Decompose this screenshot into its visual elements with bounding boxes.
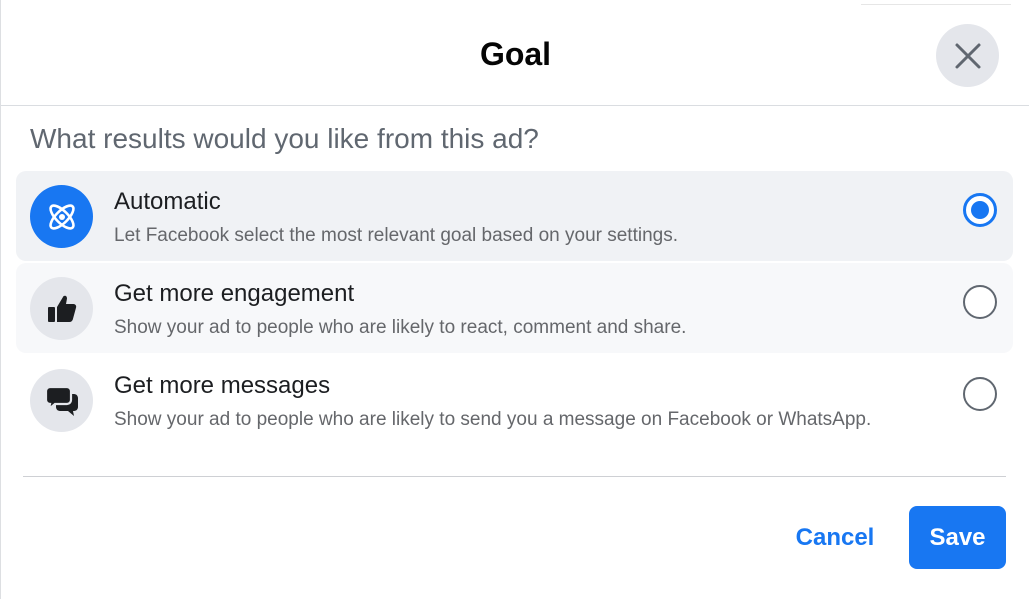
option-title: Automatic [114, 188, 221, 215]
option-description: Let Facebook select the most relevant go… [114, 225, 678, 246]
footer-divider [23, 476, 1006, 477]
close-button[interactable] [936, 24, 999, 87]
option-title: Get more engagement [114, 280, 355, 307]
close-icon [955, 43, 980, 68]
option-description: Show your ad to people who are likely to… [114, 409, 872, 430]
dialog-title: Goal [479, 36, 552, 72]
goal-dialog: Goal What results would you like from th… [0, 0, 1029, 599]
cancel-button[interactable]: Cancel [781, 507, 889, 569]
chat-bubbles-icon [30, 369, 93, 432]
radio-messages[interactable] [963, 377, 997, 411]
save-button[interactable]: Save [909, 506, 1006, 569]
option-automatic[interactable]: Automatic Let Facebook select the most r… [16, 171, 1013, 261]
option-title: Get more messages [114, 372, 331, 399]
goal-question: What results would you like from this ad… [30, 123, 539, 154]
radio-automatic[interactable] [963, 193, 997, 227]
dialog-header: Goal [1, 0, 1029, 106]
option-messages[interactable]: Get more messages Show your ad to people… [16, 355, 1013, 445]
radio-engagement[interactable] [963, 285, 997, 319]
option-engagement[interactable]: Get more engagement Show your ad to peop… [16, 263, 1013, 353]
option-description: Show your ad to people who are likely to… [114, 317, 687, 338]
atom-icon [30, 185, 93, 248]
thumbs-up-icon [30, 277, 93, 340]
